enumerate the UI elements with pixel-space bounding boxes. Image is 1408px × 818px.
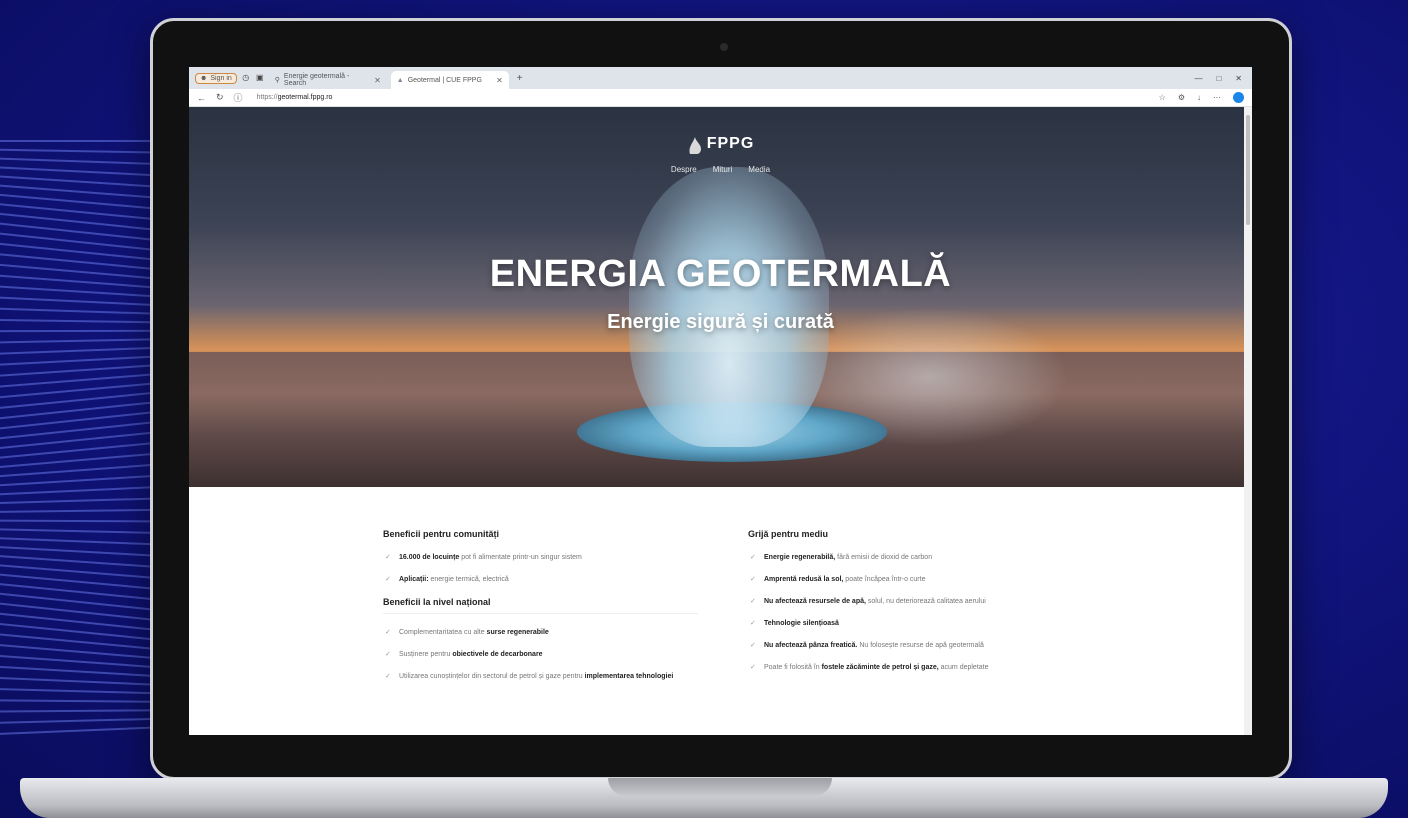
wave-line xyxy=(0,306,170,316)
wave-line xyxy=(0,535,170,547)
benefits-column: Beneficii pentru comunități 16.000 de lo… xyxy=(383,529,698,694)
list-item: 16.000 de locuințe pot fi alimentate pri… xyxy=(383,553,698,563)
tab-bar: ☻ Sign in ◷ ▣ ⚲ Energie geotermală - Sear… xyxy=(189,67,1252,89)
refresh-icon[interactable]: ↻ xyxy=(216,92,224,103)
tab-search[interactable]: ⚲ Energie geotermală - Search ✕ xyxy=(269,71,387,89)
camera-icon xyxy=(720,43,728,51)
minimize-icon[interactable]: — xyxy=(1194,74,1202,83)
close-tab-icon[interactable]: ✕ xyxy=(496,76,503,85)
wave-line xyxy=(0,496,170,506)
flame-logo-icon xyxy=(687,133,705,155)
wave-line xyxy=(0,164,170,178)
new-tab-icon[interactable]: + xyxy=(517,73,523,84)
wave-line xyxy=(0,725,170,737)
sign-in-badge[interactable]: ☻ Sign in xyxy=(195,72,237,84)
list-item: Utilizarea cunoștințelor din sectorul de… xyxy=(383,672,698,682)
benefits-section: Beneficii pentru comunități 16.000 de lo… xyxy=(189,487,1252,694)
wave-line xyxy=(0,508,170,514)
wave-line xyxy=(0,318,170,324)
wave-line xyxy=(0,156,170,166)
profile-icon: ☻ xyxy=(200,74,208,82)
environment-list: Energie regenerabilă, fără emisii de dio… xyxy=(748,553,1048,673)
list-item: Tehnologie silențioasă xyxy=(748,619,1048,629)
page-scrollbar[interactable] xyxy=(1244,107,1252,735)
list-item: Amprentă redusă la sol, poate încăpea în… xyxy=(748,575,1048,585)
wave-line xyxy=(0,345,170,357)
favorite-icon[interactable]: ☆ xyxy=(1159,93,1166,102)
copilot-icon[interactable] xyxy=(1233,92,1244,103)
search-icon: ⚲ xyxy=(274,77,280,84)
browser-window: ☻ Sign in ◷ ▣ ⚲ Energie geotermală - Sear… xyxy=(189,67,1252,735)
wave-line xyxy=(0,717,170,725)
scrollbar-thumb[interactable] xyxy=(1246,115,1250,225)
list-item: Aplicații: energie termică, electrică xyxy=(383,575,698,585)
extensions-icon[interactable]: ⚙ xyxy=(1178,93,1185,102)
wave-line xyxy=(0,709,170,713)
wave-line xyxy=(0,190,170,212)
wave-line xyxy=(0,519,170,523)
list-item: Nu afectează resursele de apă, solul, nu… xyxy=(748,597,1048,607)
wave-line xyxy=(0,698,170,704)
laptop-notch xyxy=(608,778,832,796)
back-icon[interactable]: ← xyxy=(197,93,206,103)
close-window-icon[interactable]: ✕ xyxy=(1235,74,1242,83)
heading-environment: Grijă pentru mediu xyxy=(748,529,829,539)
wave-line xyxy=(0,329,170,333)
toolbar-right: ☆ ⚙ ↓ ⋯ xyxy=(1159,92,1244,103)
tab-actions-icon[interactable]: ▣ xyxy=(255,73,265,83)
national-list: Complementaritatea cu alte surse regener… xyxy=(383,628,698,682)
wave-line xyxy=(0,362,170,380)
heading-national: Beneficii la nivel național xyxy=(383,597,698,614)
close-tab-icon[interactable]: ✕ xyxy=(374,76,381,85)
list-item: Nu afectează pânza freatică. Nu foloseșt… xyxy=(748,641,1048,651)
list-item: Susținere pentru obiectivele de decarbon… xyxy=(383,650,698,660)
tab-fppg[interactable]: ▲ Geotermal | CUE FPPG ✕ xyxy=(390,71,509,89)
hero-subtitle: Energie sigură și curată xyxy=(607,311,834,333)
site-logo[interactable]: FPPG xyxy=(189,133,1252,155)
menu-item-despre[interactable]: Despre xyxy=(671,165,697,174)
wave-line xyxy=(0,543,170,559)
laptop-frame: ☻ Sign in ◷ ▣ ⚲ Energie geotermală - Sear… xyxy=(150,18,1292,780)
hero-title: ENERGIA GEOTERMALĂ xyxy=(489,253,952,295)
main-menu: Despre Mituri Media xyxy=(189,165,1252,174)
info-icon: ⓘ xyxy=(233,93,243,103)
environment-column: Grijă pentru mediu Energie regenerabilă,… xyxy=(748,529,1048,694)
menu-item-media[interactable]: Media xyxy=(748,165,770,174)
wave-line xyxy=(0,484,170,498)
more-icon[interactable]: ⋯ xyxy=(1213,93,1221,102)
menu-item-mituri[interactable]: Mituri xyxy=(713,165,733,174)
url-field[interactable]: https://geotermal.fppg.ro xyxy=(257,94,333,101)
window-controls: — □ ✕ xyxy=(1194,74,1252,83)
list-item: Energie regenerabilă, fără emisii de dio… xyxy=(748,553,1048,563)
hero-banner: FPPG Despre Mituri Media ENERGIA GEOTERM… xyxy=(189,107,1252,487)
heading-community: Beneficii pentru comunități xyxy=(383,529,500,539)
list-item: Poate fi folosită în fostele zăcăminte d… xyxy=(748,663,1048,673)
list-item: Complementaritatea cu alte surse regener… xyxy=(383,628,698,638)
maximize-icon[interactable]: □ xyxy=(1216,74,1221,83)
wave-line xyxy=(0,140,170,142)
wave-line xyxy=(0,687,170,695)
history-icon[interactable]: ◷ xyxy=(241,73,251,83)
community-list: 16.000 de locuințe pot fi alimentate pri… xyxy=(383,553,698,585)
download-icon[interactable]: ↓ xyxy=(1197,93,1201,102)
wave-line xyxy=(0,148,170,154)
wave-line xyxy=(0,337,170,345)
wave-line xyxy=(0,527,170,535)
address-bar: ← ↻ ⓘ https://geotermal.fppg.ro ☆ ⚙ ↓ ⋯ xyxy=(189,89,1252,107)
fppg-favicon-icon: ▲ xyxy=(396,76,404,84)
wave-line xyxy=(0,675,170,687)
hero-geyser xyxy=(629,167,829,447)
decorative-waves xyxy=(0,140,170,740)
